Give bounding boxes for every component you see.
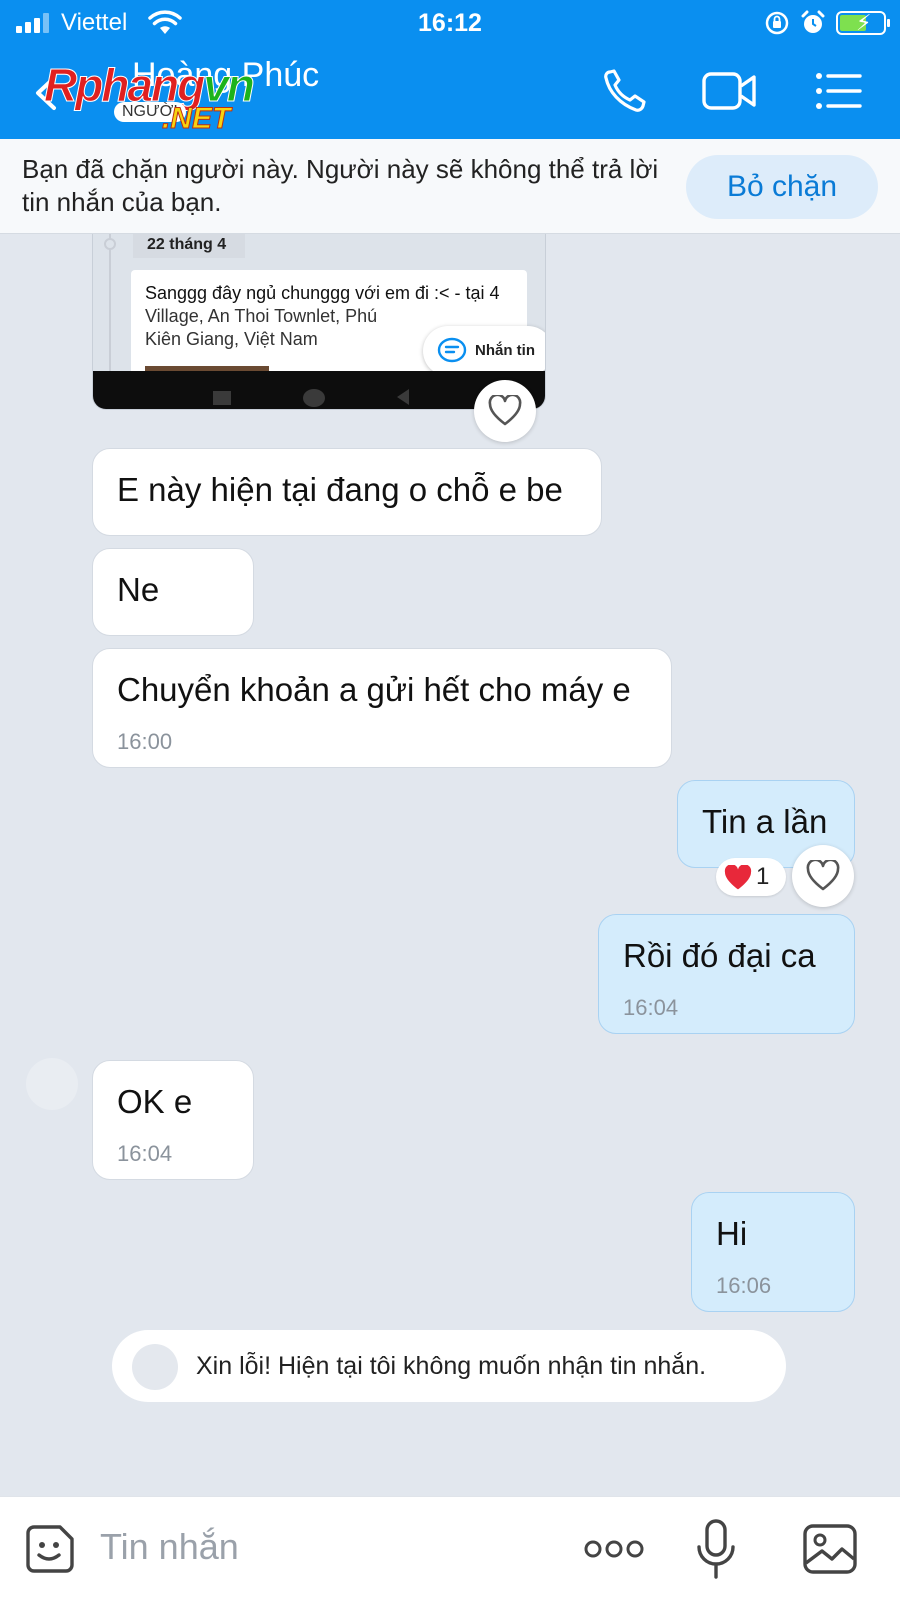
react-heart-button[interactable] (792, 845, 854, 907)
blocked-notice-text: Bạn đã chặn người này. Người này sẽ khôn… (22, 154, 659, 217)
message-bubble-incoming[interactable]: Ne (92, 548, 254, 636)
watermark-logo: Rphangvn NGƯỜI .NET (43, 59, 255, 136)
heart-outline-icon (806, 860, 840, 891)
reaction-count: 1 (756, 863, 770, 890)
screenshot-message-button: Nhắn tin (423, 326, 545, 376)
message-time: 16:04 (623, 995, 679, 1020)
more-icon[interactable] (584, 1537, 644, 1561)
message-bubble-incoming[interactable]: E này hiện tại đang o chỗ e be (92, 448, 602, 536)
microphone-icon[interactable] (696, 1519, 736, 1581)
auto-reply-notice: Xin lỗi! Hiện tại tôi không muốn nhận ti… (112, 1330, 786, 1402)
battery-icon: ⚡ (836, 11, 890, 35)
status-bar: Viettel 16:12 ⚡ (0, 0, 900, 46)
contact-avatar[interactable] (26, 1058, 78, 1110)
message-time: 16:00 (117, 729, 173, 754)
shared-screenshot-image[interactable]: 22 tháng 4 Sanggg đây ngủ chunggg với em… (92, 234, 546, 410)
screenshot-date: 22 tháng 4 (133, 234, 245, 258)
avatar (132, 1344, 178, 1390)
message-time: 16:04 (117, 1141, 173, 1166)
message-input-bar (0, 1496, 900, 1600)
chat-bubble-icon (437, 337, 467, 363)
red-heart-icon (724, 865, 752, 890)
app-header: Viettel 16:12 ⚡ Hoàng Phúc Rphangvn NGƯỜ… (0, 0, 900, 139)
message-bubble-incoming[interactable]: Chuyển khoản a gửi hết cho máy e 16:00 (92, 648, 672, 768)
message-time: 16:06 (716, 1273, 772, 1298)
message-input[interactable] (100, 1517, 560, 1577)
video-call-icon[interactable] (702, 66, 756, 116)
message-bubble-incoming[interactable]: OK e 16:04 (92, 1060, 254, 1180)
reaction-badge[interactable]: 1 (716, 858, 786, 896)
chat-area[interactable]: 22 tháng 4 Sanggg đây ngủ chunggg với em… (0, 234, 900, 1496)
phone-icon[interactable] (600, 66, 650, 116)
blocked-banner: Bạn đã chặn người này. Người này sẽ khôn… (0, 139, 900, 234)
sticker-icon[interactable] (24, 1523, 76, 1575)
unblock-button[interactable]: Bỏ chặn (686, 155, 878, 219)
message-bubble-outgoing[interactable]: Hi 16:06 (691, 1192, 855, 1312)
status-icons: ⚡ (764, 10, 890, 36)
alarm-icon (801, 10, 825, 33)
message-bubble-outgoing[interactable]: Rồi đó đại ca 16:04 (598, 914, 855, 1034)
menu-list-icon[interactable] (814, 66, 864, 116)
react-heart-button[interactable] (474, 380, 536, 442)
orientation-lock-icon (765, 11, 789, 35)
image-icon[interactable] (802, 1523, 858, 1575)
heart-outline-icon (488, 395, 522, 426)
screenshot-post-card: Sanggg đây ngủ chunggg với em đi :< - tạ… (131, 270, 545, 382)
